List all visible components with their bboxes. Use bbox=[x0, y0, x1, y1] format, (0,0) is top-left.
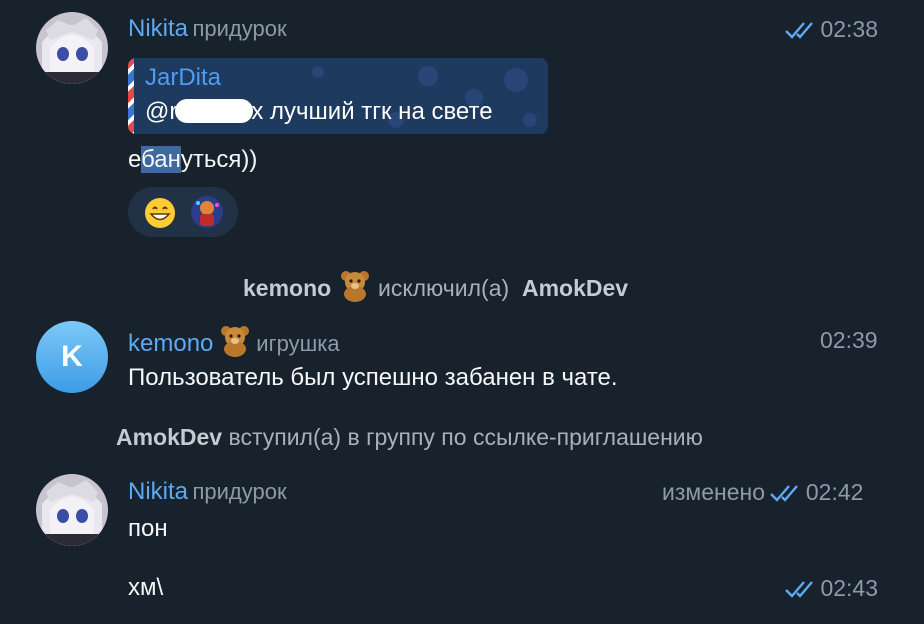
quote-text-after: x лучший тгк на свете bbox=[251, 98, 493, 125]
service-actor[interactable]: AmokDev bbox=[116, 424, 222, 450]
quote-author: JarDita bbox=[145, 64, 222, 91]
grinning-emoji-icon[interactable] bbox=[144, 197, 176, 229]
avatar-nikita[interactable] bbox=[36, 474, 108, 546]
service-message-kick: kemono исключил(а) AmokDev bbox=[243, 270, 628, 302]
author-name[interactable]: kemono bbox=[128, 330, 213, 357]
message-meta: изменено 02:42 bbox=[662, 479, 863, 506]
message-time: 02:38 bbox=[820, 16, 879, 42]
reply-quote[interactable]: JarDita @r x лучший тгк на свете bbox=[128, 58, 548, 134]
author-name[interactable]: Nikita bbox=[128, 15, 188, 42]
avatar-letter: K bbox=[61, 340, 83, 373]
teddy-bear-icon bbox=[340, 271, 369, 302]
quote-accent-bar bbox=[128, 58, 134, 134]
service-actor[interactable]: kemono bbox=[243, 275, 331, 301]
author-role: игрушка bbox=[256, 331, 340, 356]
message-text: Пользователь был успешно забанен в чате. bbox=[128, 364, 618, 391]
service-action: вступил(а) в группу по ссылке-приглашени… bbox=[228, 424, 703, 450]
message-text: ебануться)) bbox=[128, 146, 257, 174]
author-role: придурок bbox=[192, 16, 287, 41]
service-message-join: AmokDev вступил(а) в группу по ссылке-пр… bbox=[116, 424, 703, 451]
message-text: хм\ bbox=[128, 574, 164, 601]
text-selection: бан bbox=[141, 146, 181, 173]
text-part: уться)) bbox=[180, 146, 258, 173]
message-time: 02:39 bbox=[820, 327, 878, 353]
author-name[interactable]: Nikita bbox=[128, 478, 188, 505]
message-header: kemono игрушка bbox=[128, 325, 340, 358]
message-text: пон bbox=[128, 515, 168, 542]
reactions-bar[interactable] bbox=[128, 187, 238, 237]
avatar-nikita[interactable] bbox=[36, 12, 108, 84]
redaction-mark bbox=[175, 99, 254, 123]
message-meta: 02:43 bbox=[784, 575, 878, 602]
double-check-icon bbox=[770, 485, 799, 502]
service-action: исключил(а) bbox=[377, 275, 510, 301]
message-meta: 02:38 bbox=[784, 16, 878, 43]
quote-text: @r x лучший тгк на свете bbox=[145, 98, 493, 126]
teddy-bear-icon bbox=[220, 326, 249, 357]
service-target[interactable]: AmokDev bbox=[522, 275, 628, 301]
quote-text-before: @r bbox=[145, 98, 178, 125]
reaction-avatar-icon[interactable] bbox=[190, 195, 224, 229]
message-time: 02:42 bbox=[805, 479, 864, 505]
avatar-kemono[interactable]: K bbox=[36, 321, 108, 393]
message-time: 02:43 bbox=[820, 575, 879, 601]
message-header: Nikita придурок bbox=[128, 15, 287, 43]
message-header: Nikita придурок bbox=[128, 478, 287, 506]
author-role: придурок bbox=[192, 479, 287, 504]
double-check-icon bbox=[785, 581, 813, 598]
message-meta: 02:39 bbox=[820, 327, 878, 354]
double-check-icon bbox=[785, 22, 813, 39]
edited-label: изменено bbox=[662, 479, 765, 505]
text-part: е bbox=[128, 146, 142, 173]
